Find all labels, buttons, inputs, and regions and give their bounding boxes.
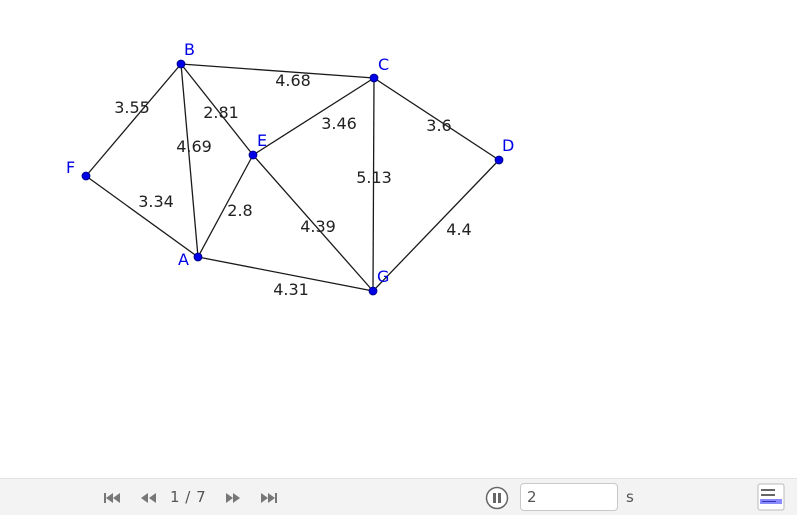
- edge-d-g: [372, 159, 500, 292]
- last-slide-button[interactable]: [259, 490, 279, 506]
- edge-weights-layer: 4.68 3.55 2.81 4.69 3.34 3.46 3.6 5.13 2.8 4.39 4.…: [114, 71, 472, 299]
- edge-weight-c-g: 5.13: [356, 168, 392, 187]
- edge-f-a: [85, 175, 199, 258]
- edge-b-a: [180, 63, 199, 258]
- graph-canvas: 4.68 3.55 2.81 4.69 3.34 3.46 3.6 5.13 2.8 4.39 4.…: [66, 40, 514, 299]
- edge-weight-c-d: 3.6: [426, 116, 451, 135]
- vertex-label-d: D: [502, 136, 514, 155]
- next-slide-icon: [226, 493, 240, 503]
- pause-icon: [485, 486, 509, 510]
- vertex-label-e: E: [257, 131, 267, 150]
- vertex-label-b: B: [184, 40, 195, 59]
- first-slide-button[interactable]: [102, 490, 122, 506]
- vertex-label-g: G: [377, 267, 389, 286]
- slide-duration-unit: s: [626, 488, 634, 506]
- pause-button[interactable]: [485, 486, 509, 510]
- vertex-label-a: A: [178, 250, 189, 269]
- vertex-label-f: F: [66, 158, 75, 177]
- edge-weight-e-g: 4.39: [300, 217, 336, 236]
- slide-duration-input[interactable]: [520, 483, 618, 511]
- slide-counter: 1 / 7: [170, 488, 207, 506]
- vertex-f[interactable]: [81, 171, 91, 181]
- first-slide-icon: [104, 493, 120, 503]
- vertex-e[interactable]: [248, 150, 258, 160]
- vertex-g[interactable]: [368, 286, 378, 296]
- edge-weight-b-f: 3.55: [114, 98, 150, 117]
- edge-weight-e-c: 3.46: [321, 114, 357, 133]
- next-slide-button[interactable]: [223, 490, 243, 506]
- previous-slide-icon: [141, 493, 156, 503]
- vertex-c[interactable]: [369, 73, 379, 83]
- edge-weight-a-g: 4.31: [273, 280, 309, 299]
- edge-weight-b-c: 4.68: [275, 71, 311, 90]
- vertex-a[interactable]: [193, 252, 203, 262]
- slideshow-toolbar: 1 / 7 s: [0, 478, 797, 515]
- vertex-b[interactable]: [176, 59, 186, 69]
- edge-weight-d-g: 4.4: [446, 220, 471, 239]
- edge-weight-f-a: 3.34: [138, 192, 174, 211]
- edge-b-f: [85, 63, 182, 177]
- vertex-label-c: C: [378, 55, 389, 74]
- algebra-view-button[interactable]: [757, 483, 785, 511]
- previous-slide-button[interactable]: [138, 490, 158, 506]
- last-slide-icon: [261, 493, 277, 503]
- vertex-d[interactable]: [494, 155, 504, 165]
- edge-weight-e-a: 2.8: [227, 201, 252, 220]
- edge-weight-b-e: 2.81: [203, 103, 239, 122]
- algebra-view-icon: [757, 483, 785, 511]
- edge-weight-b-a: 4.69: [176, 137, 212, 156]
